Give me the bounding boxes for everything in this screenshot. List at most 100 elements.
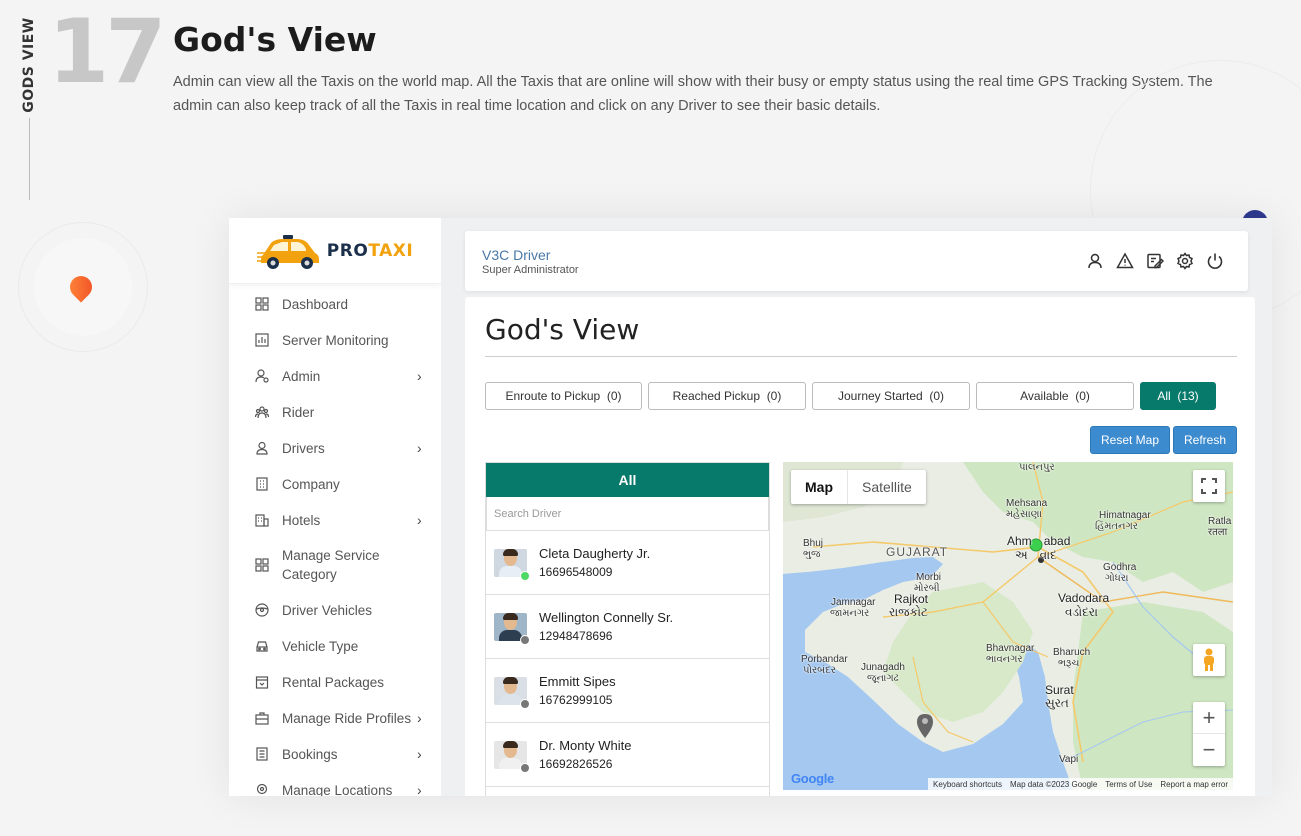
sidebar-item-rider[interactable]: Rider	[229, 394, 441, 430]
driver-row[interactable]: Dr. Monty White 16692826526	[486, 723, 769, 787]
chart-icon	[255, 333, 269, 347]
filter-count: (0)	[929, 389, 945, 403]
location-icon	[256, 783, 268, 795]
sidebar-item-label: Admin	[282, 368, 321, 384]
search-driver-input[interactable]: Search Driver	[486, 497, 769, 531]
car-icon	[256, 641, 268, 652]
reset-map-button[interactable]: Reset Map	[1090, 426, 1170, 454]
street-view-pegman[interactable]	[1193, 644, 1225, 676]
map-label: Porbandar	[801, 654, 848, 665]
filter-label: Journey Started	[837, 389, 923, 403]
map-label: Mehsana	[1006, 498, 1048, 509]
main-panel: God's View Enroute to Pickup (0) Reached …	[465, 297, 1255, 796]
title-divider	[485, 356, 1237, 357]
map-view-button[interactable]: Map	[791, 470, 847, 504]
filter-count: (0)	[1075, 389, 1090, 403]
map-label: Bhuj	[803, 538, 824, 549]
refresh-button[interactable]: Refresh	[1173, 426, 1237, 454]
map-label: ભુજ	[803, 549, 821, 560]
logo-text: PROTAXI	[327, 241, 413, 261]
terms-link[interactable]: Terms of Use	[1105, 780, 1152, 789]
map[interactable]: પાલનપુર Mehsana મહેસાણા Himatnagar હિંમત…	[783, 462, 1233, 790]
map-label: Vadodara	[1058, 591, 1110, 605]
sidebar-item-vehicle-type[interactable]: Vehicle Type	[229, 628, 441, 664]
filter-enroute-to-pickup[interactable]: Enroute to Pickup (0)	[485, 382, 642, 410]
map-label: Surat	[1045, 683, 1074, 697]
logo-text-pro: PRO	[326, 240, 369, 261]
sidebar-item-server-monitoring[interactable]: Server Monitoring	[229, 322, 441, 358]
sidebar-item-bookings[interactable]: Bookings ›	[229, 736, 441, 772]
map-label: ગોધરા	[1105, 573, 1129, 584]
driver-info: Wellington Connelly Sr. 12948478696	[539, 610, 673, 643]
driver-list-panel: All Search Driver Cleta Daugherty Jr. 166…	[485, 462, 770, 796]
sidebar-item-label: Driver Vehicles	[282, 602, 373, 618]
map-label: Ahm abad	[1007, 534, 1070, 548]
zoom-in-button[interactable]: +	[1193, 702, 1225, 734]
keyboard-shortcuts-link[interactable]: Keyboard shortcuts	[933, 780, 1002, 789]
settings-icon[interactable]	[1176, 252, 1194, 270]
grid-icon	[255, 558, 269, 572]
map-label: પોરબંદર	[803, 665, 836, 676]
map-label: Jamnagar	[831, 597, 876, 608]
sidebar-item-manage-locations[interactable]: Manage Locations ›	[229, 772, 441, 796]
filter-all[interactable]: All (13)	[1140, 382, 1216, 410]
sidebar-item-label: Rental Packages	[282, 674, 385, 690]
profile-icon[interactable]	[1086, 252, 1104, 270]
report-error-link[interactable]: Report a map error	[1160, 780, 1228, 789]
chevron-right-icon: ›	[417, 746, 422, 762]
sidebar-item-label: Vehicle Type	[282, 638, 359, 654]
sidebar-item-admin[interactable]: Admin ›	[229, 358, 441, 394]
map-data-text: Map data ©2023 Google	[1009, 779, 1098, 789]
map-label-part: Ahm	[1007, 534, 1032, 548]
pegman-icon	[1204, 648, 1214, 671]
avatar-hair	[503, 612, 518, 620]
map-label: Godhra	[1103, 562, 1137, 573]
zoom-out-button[interactable]: −	[1193, 734, 1225, 766]
section-label-text: GODS VIEW	[21, 17, 37, 113]
avatar-hair	[503, 740, 518, 748]
power-icon[interactable]	[1206, 252, 1224, 270]
driver-phone: 16762999105	[539, 693, 613, 707]
filter-reached-pickup[interactable]: Reached Pickup (0)	[648, 382, 806, 410]
sidebar-item-manage-service-category[interactable]: Manage Service Category	[229, 538, 441, 592]
alert-icon[interactable]	[1116, 252, 1134, 270]
filter-available[interactable]: Available (0)	[976, 382, 1134, 410]
filter-label: Reached Pickup	[672, 389, 761, 403]
driver-row[interactable]: Emmitt Sipes 16762999105	[486, 659, 769, 723]
sidebar-item-label: Hotels	[282, 512, 321, 528]
driver-name: Cleta Daugherty Jr.	[539, 546, 651, 561]
driver-name: Wellington Connelly Sr.	[539, 610, 674, 625]
sidebar-item-rental-packages[interactable]: Rental Packages	[229, 664, 441, 700]
sidebar-item-manage-ride-profiles[interactable]: Manage Ride Profiles ›	[229, 700, 441, 736]
edit-icon[interactable]	[1146, 252, 1164, 270]
chevron-right-icon: ›	[417, 710, 422, 726]
logo-text-taxi: TAXI	[368, 240, 414, 261]
driver-info: Dr. Monty White 16692826526	[539, 738, 631, 771]
sidebar-item-drivers[interactable]: Drivers ›	[229, 430, 441, 466]
sidebar-item-driver-vehicles[interactable]: Driver Vehicles	[229, 592, 441, 628]
map-label: મહેસાણા	[1006, 509, 1042, 520]
fullscreen-icon	[1201, 478, 1217, 494]
user-name[interactable]: V3C Driver	[482, 247, 550, 263]
filter-journey-started[interactable]: Journey Started (0)	[812, 382, 970, 410]
driver-row[interactable]: Cleta Daugherty Jr. 16696548009	[486, 531, 769, 595]
map-label-part: અ	[1015, 548, 1028, 562]
sidebar-item-dashboard[interactable]: Dashboard	[229, 286, 441, 322]
app-window: PROTAXI Dashboard Server Monitoring Admin ›…	[229, 218, 1272, 796]
driver-row[interactable]: Wellington Connelly Sr. 12948478696	[486, 595, 769, 659]
sidebar-nav: Dashboard Server Monitoring Admin › Rider Dri…	[229, 284, 441, 796]
avatar-body	[499, 629, 522, 641]
sidebar-item-label: Bookings	[282, 746, 338, 762]
driver-phone: 12948478696	[539, 629, 613, 643]
satellite-view-button[interactable]: Satellite	[847, 470, 926, 504]
sidebar-item-label: Rider	[282, 404, 315, 420]
map-label-part: વાદ	[1039, 548, 1057, 562]
sidebar-item-company[interactable]: Company	[229, 466, 441, 502]
dashboard-icon	[255, 297, 269, 311]
sidebar-item-hotels[interactable]: Hotels ›	[229, 502, 441, 538]
logo[interactable]: PROTAXI	[229, 218, 441, 284]
top-bar: V3C Driver Super Administrator	[465, 231, 1248, 291]
driver-avatar	[494, 740, 530, 773]
taxi-logo-icon	[256, 234, 319, 269]
fullscreen-button[interactable]	[1193, 470, 1225, 502]
